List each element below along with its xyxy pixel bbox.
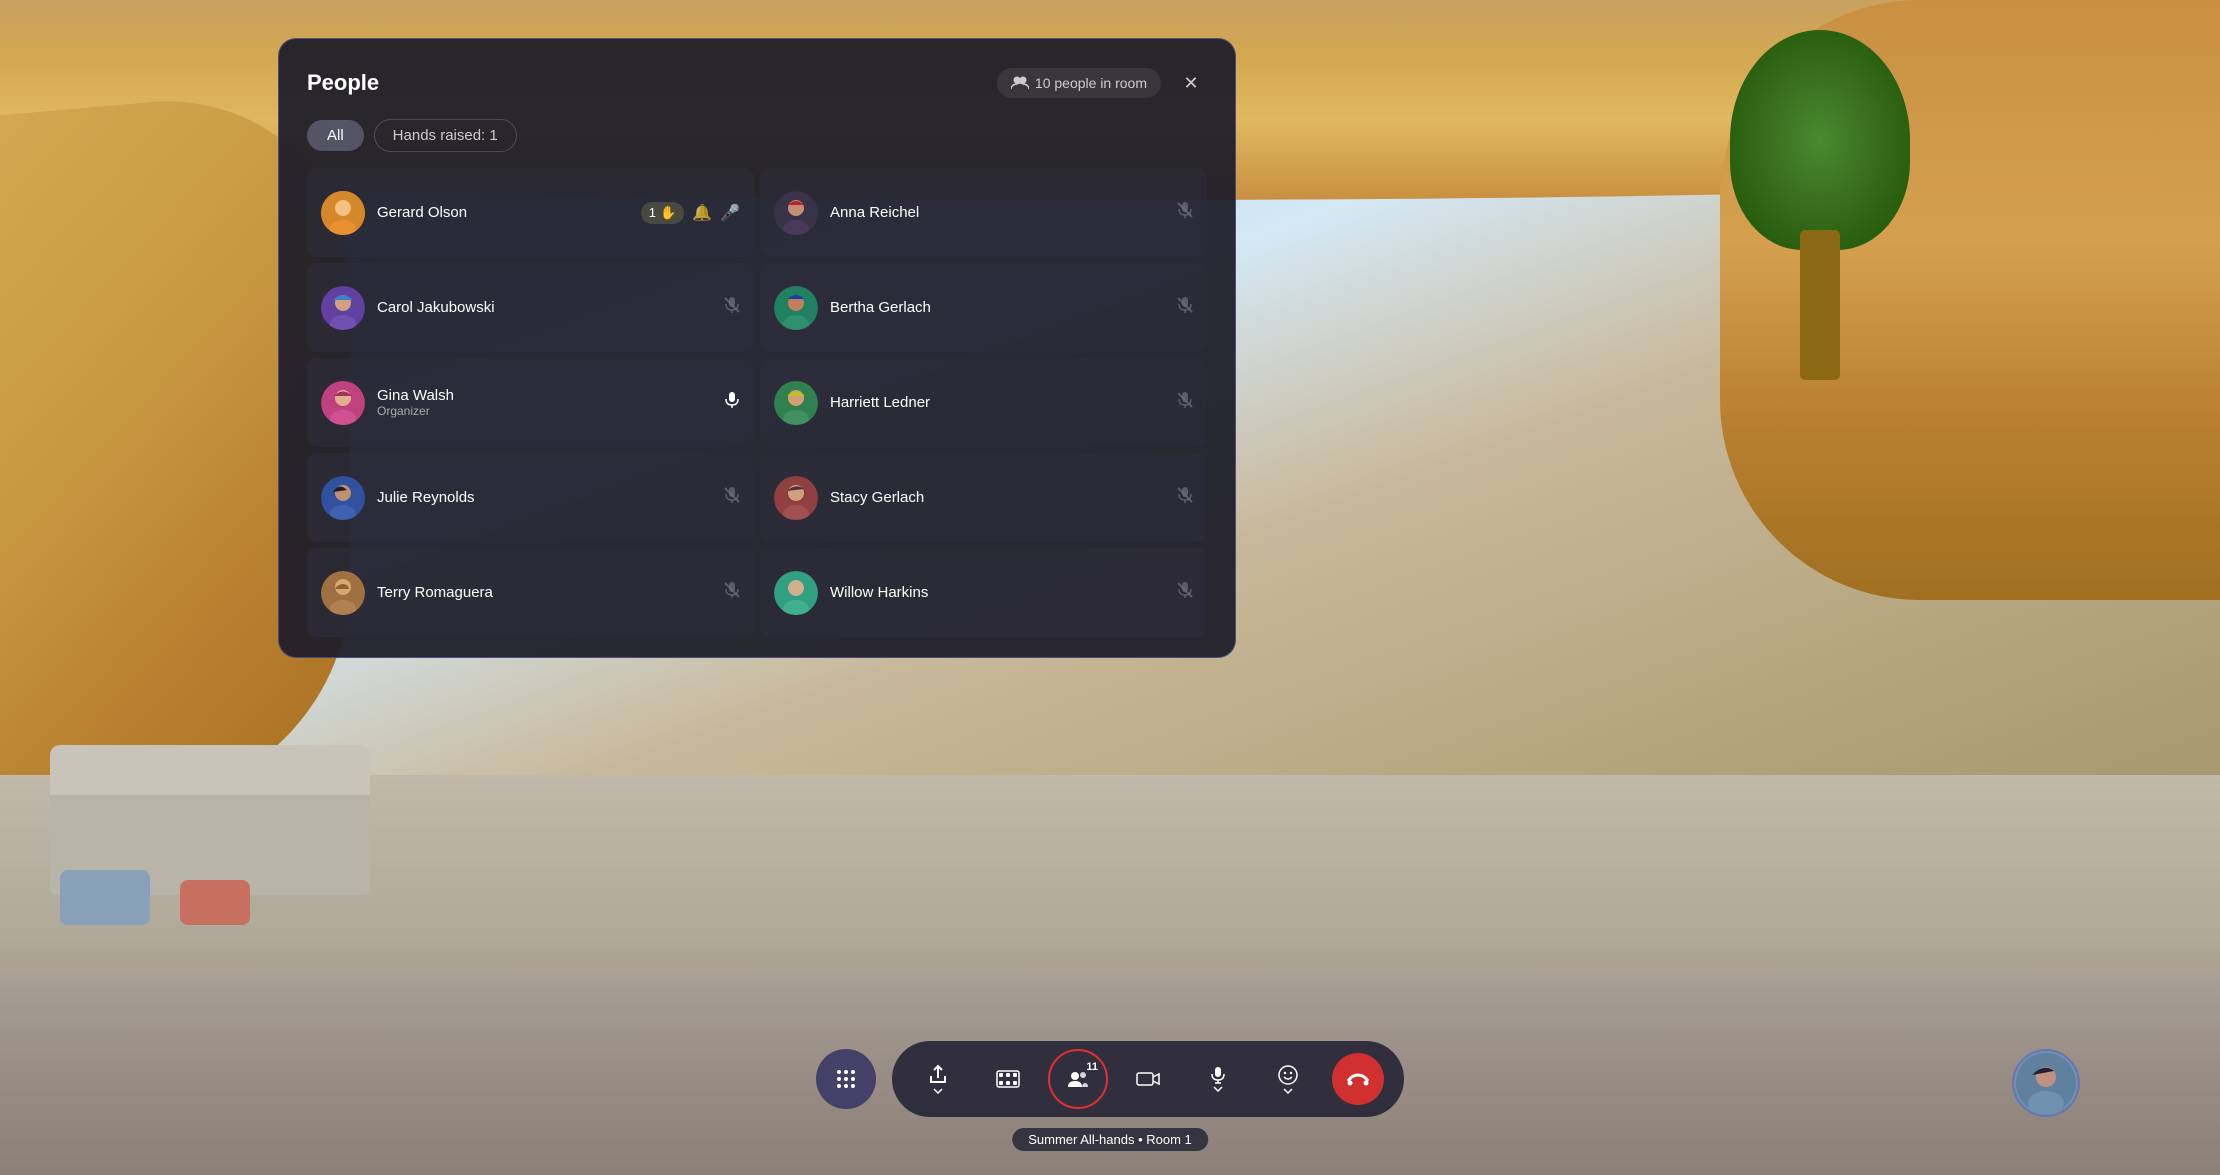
close-icon: ✕ <box>1183 73 1198 94</box>
bg-tree <box>1720 30 1920 380</box>
person-info-anna-reichel: Anna Reichel <box>830 204 1165 221</box>
tab-hands-raised[interactable]: Hands raised: 1 <box>374 119 517 152</box>
person-info-stacy-gerlach: Stacy Gerlach <box>830 489 1165 506</box>
avatar-gerard-olson <box>321 191 365 235</box>
people-grid: Gerard Olson 1 ✋ 🔔 🎤 <box>307 168 1207 637</box>
person-controls-bertha-gerlach <box>1177 296 1193 319</box>
person-row-julie-reynolds: Julie Reynolds <box>307 453 754 542</box>
person-row-terry-romaguera: Terry Romaguera <box>307 548 754 637</box>
person-info-julie-reynolds: Julie Reynolds <box>377 489 712 506</box>
person-controls-julie-reynolds <box>724 486 740 509</box>
hand-raised-badge: 1 ✋ <box>641 202 684 224</box>
person-row-gina-walsh: Gina Walsh Organizer <box>307 358 754 447</box>
mic-muted-icon-harriett <box>1177 391 1193 414</box>
share-button[interactable] <box>912 1053 964 1105</box>
mic-muted-icon-bertha <box>1177 296 1193 319</box>
person-controls-terry-romaguera <box>724 581 740 604</box>
person-info-terry-romaguera: Terry Romaguera <box>377 584 712 601</box>
person-name-julie-reynolds: Julie Reynolds <box>377 489 712 506</box>
person-info-willow-harkins: Willow Harkins <box>830 584 1165 601</box>
person-controls-stacy-gerlach <box>1177 486 1193 509</box>
person-name-gina-walsh: Gina Walsh <box>377 387 712 404</box>
hand-emoji: ✋ <box>660 205 676 221</box>
panel-title: People <box>307 70 379 96</box>
toolbar: 11 <box>816 1041 1404 1117</box>
avatar-gina-walsh <box>321 381 365 425</box>
meeting-label: Summer All-hands • Room 1 <box>1012 1128 1208 1151</box>
person-name-harriett-ledner: Harriett Ledner <box>830 394 1165 411</box>
avatar-willow-harkins <box>774 571 818 615</box>
end-call-button[interactable] <box>1332 1053 1384 1105</box>
person-name-willow-harkins: Willow Harkins <box>830 584 1165 601</box>
toolbar-pill: 11 <box>892 1041 1404 1117</box>
mic-icon-gerard: 🎤 <box>720 203 740 223</box>
bg-tree-trunk <box>1800 230 1840 380</box>
avatar-julie-reynolds <box>321 476 365 520</box>
person-row-willow-harkins: Willow Harkins <box>760 548 1207 637</box>
camera-button[interactable] <box>1122 1053 1174 1105</box>
person-controls-willow-harkins <box>1177 581 1193 604</box>
mic-muted-icon-willow <box>1177 581 1193 604</box>
avatar-anna-reichel <box>774 191 818 235</box>
local-user-avatar <box>2012 1049 2080 1117</box>
people-count-badge: 10 people in room <box>997 68 1161 98</box>
avatar-carol-jakubowski <box>321 286 365 330</box>
person-controls-gerard-olson: 1 ✋ 🔔 🎤 <box>641 202 740 224</box>
person-controls-harriett-ledner <box>1177 391 1193 414</box>
person-name-stacy-gerlach: Stacy Gerlach <box>830 489 1165 506</box>
mic-icon-gina <box>724 391 740 414</box>
person-row-bertha-gerlach: Bertha Gerlach <box>760 263 1207 352</box>
mic-button[interactable] <box>1192 1053 1244 1105</box>
bell-icon: 🔔 <box>692 203 712 223</box>
mic-muted-icon-terry <box>724 581 740 604</box>
person-info-harriett-ledner: Harriett Ledner <box>830 394 1165 411</box>
mic-muted-icon-stacy <box>1177 486 1193 509</box>
person-row-gerard-olson: Gerard Olson 1 ✋ 🔔 🎤 <box>307 168 754 257</box>
people-button[interactable]: 11 <box>1052 1053 1104 1105</box>
people-count-text: 10 people in room <box>1035 75 1147 91</box>
person-row-anna-reichel: Anna Reichel <box>760 168 1207 257</box>
person-name-terry-romaguera: Terry Romaguera <box>377 584 712 601</box>
person-info-bertha-gerlach: Bertha Gerlach <box>830 299 1165 316</box>
tab-all[interactable]: All <box>307 120 364 151</box>
grid-button[interactable] <box>816 1049 876 1109</box>
person-name-carol-jakubowski: Carol Jakubowski <box>377 299 712 316</box>
person-controls-anna-reichel <box>1177 201 1193 224</box>
panel-header: People 10 people in room ✕ <box>307 67 1207 99</box>
avatar-terry-romaguera <box>321 571 365 615</box>
mic-muted-icon-anna <box>1177 201 1193 224</box>
filter-tabs: All Hands raised: 1 <box>307 119 1207 152</box>
person-controls-gina-walsh <box>724 391 740 414</box>
person-name-bertha-gerlach: Bertha Gerlach <box>830 299 1165 316</box>
bg-cushion1 <box>60 870 150 925</box>
avatar-bertha-gerlach <box>774 286 818 330</box>
avatar-harriett-ledner <box>774 381 818 425</box>
people-panel: People 10 people in room ✕ <box>278 38 1236 658</box>
people-count-icon <box>1011 74 1029 92</box>
bg-tree-foliage <box>1730 30 1910 250</box>
filmstrip-button[interactable] <box>982 1053 1034 1105</box>
person-name-anna-reichel: Anna Reichel <box>830 204 1165 221</box>
emoji-button[interactable] <box>1262 1053 1314 1105</box>
person-role-gina-walsh: Organizer <box>377 404 712 418</box>
person-row-harriett-ledner: Harriett Ledner <box>760 358 1207 447</box>
person-row-stacy-gerlach: Stacy Gerlach <box>760 453 1207 542</box>
close-button[interactable]: ✕ <box>1175 67 1207 99</box>
person-row-carol-jakubowski: Carol Jakubowski <box>307 263 754 352</box>
person-controls-carol-jakubowski <box>724 296 740 319</box>
avatar-stacy-gerlach <box>774 476 818 520</box>
mic-muted-icon-julie <box>724 486 740 509</box>
panel-header-right: 10 people in room ✕ <box>997 67 1207 99</box>
person-info-gerard-olson: Gerard Olson <box>377 204 629 221</box>
person-info-carol-jakubowski: Carol Jakubowski <box>377 299 712 316</box>
hand-count: 1 <box>649 205 656 220</box>
mic-muted-icon-carol <box>724 296 740 319</box>
bg-cushion2 <box>180 880 250 925</box>
person-name-gerard-olson: Gerard Olson <box>377 204 629 221</box>
people-count-toolbar: 11 <box>1086 1061 1098 1073</box>
person-info-gina-walsh: Gina Walsh Organizer <box>377 387 712 418</box>
